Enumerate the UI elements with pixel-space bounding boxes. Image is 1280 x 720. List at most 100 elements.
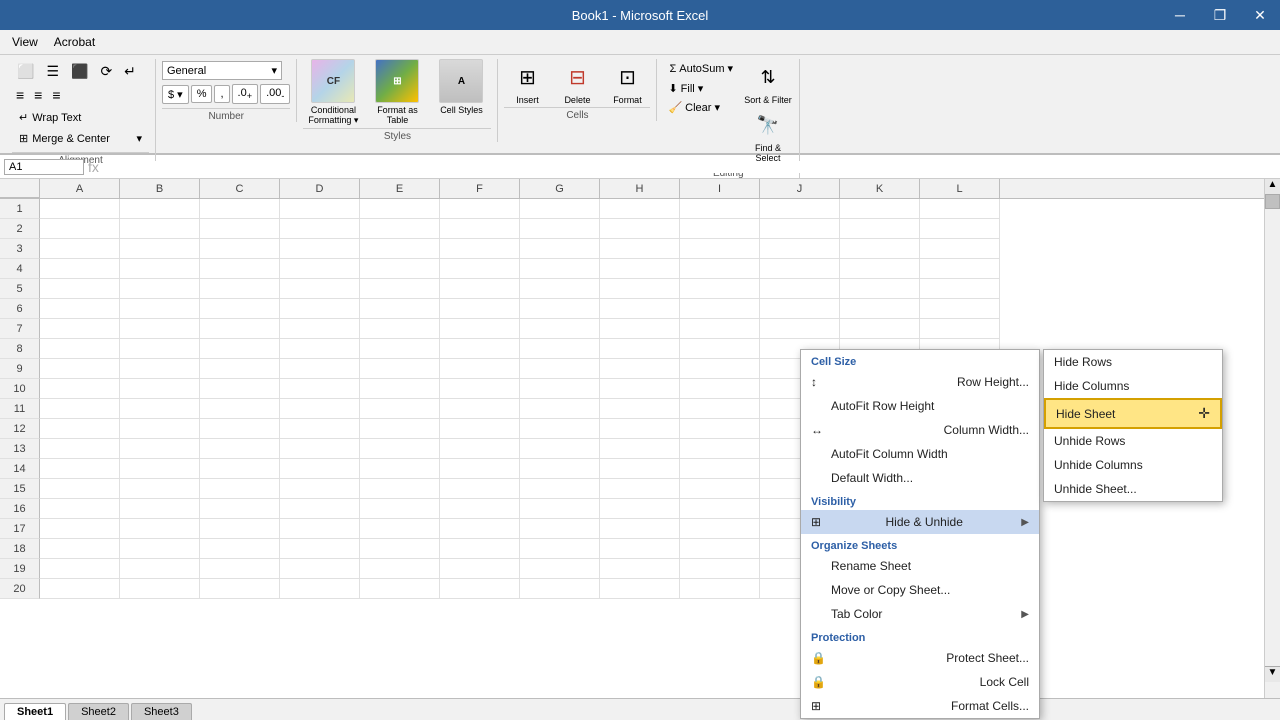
align-left-icon[interactable]: ≡ — [12, 86, 28, 104]
scroll-up-button[interactable]: ▲ — [1265, 179, 1280, 195]
title-bar: Book1 - Microsoft Excel ─ ❐ ✕ — [0, 0, 1280, 30]
align-right-icon[interactable]: ≡ — [48, 86, 64, 104]
ribbon-group-styles: CF ConditionalFormatting ▾ ⊞ Format as T… — [297, 59, 498, 142]
decrease-decimal-button[interactable]: .00- — [260, 84, 290, 104]
col-header-K[interactable]: K — [840, 179, 920, 198]
rename-sheet-item[interactable]: Rename Sheet — [801, 554, 1039, 578]
sort-filter-button[interactable]: ⇅ Sort & Filter — [743, 59, 793, 105]
col-header-E[interactable]: E — [360, 179, 440, 198]
align-top-icon[interactable]: ⬜ — [12, 61, 39, 82]
ribbon-group-number: General ▾ $ ▾ % , .0+ .00- Number — [156, 59, 297, 122]
format-as-table-button[interactable]: ⊞ Format as Table — [367, 59, 427, 125]
wrap-text-button[interactable]: ↵ Wrap Text — [12, 108, 149, 127]
tab-color-arrow: ▶ — [1021, 609, 1029, 620]
tab-color-item[interactable]: Tab Color ▶ — [801, 602, 1039, 626]
col-header-L[interactable]: L — [920, 179, 1000, 198]
row-height-label: Row Height... — [957, 375, 1029, 389]
table-row: 18 — [0, 539, 1280, 559]
percent-button[interactable]: % — [191, 85, 213, 103]
format-cells-item[interactable]: ⊞ Format Cells... — [801, 694, 1039, 718]
col-header-I[interactable]: I — [680, 179, 760, 198]
align-middle-icon[interactable]: ☰ — [41, 61, 64, 82]
col-header-C[interactable]: C — [200, 179, 280, 198]
hide-sheet-label: Hide Sheet — [1056, 407, 1115, 421]
unhide-sheet-label: Unhide Sheet... — [1054, 482, 1137, 496]
cell-A1[interactable] — [40, 199, 120, 219]
number-format-arrow: ▾ — [271, 64, 277, 77]
sheet-tab-sheet3[interactable]: Sheet3 — [131, 703, 192, 720]
cell-styles-button[interactable]: A Cell Styles — [431, 59, 491, 115]
format-button[interactable]: ⊡ Format — [604, 59, 650, 105]
col-header-H[interactable]: H — [600, 179, 680, 198]
format-icon: ⊡ — [609, 59, 645, 95]
menu-view[interactable]: View — [4, 33, 46, 51]
clear-button[interactable]: 🧹 Clear ▾ — [663, 99, 739, 116]
name-box[interactable] — [4, 159, 84, 175]
row-header-12: 12 — [0, 419, 40, 439]
increase-decimal-button[interactable]: .0+ — [232, 84, 259, 104]
col-header-D[interactable]: D — [280, 179, 360, 198]
merge-center-button[interactable]: ⊞ Merge & Center ▾ — [12, 129, 149, 148]
dollar-button[interactable]: $ ▾ — [162, 85, 189, 104]
format-label: Format — [613, 95, 642, 105]
number-format-dropdown[interactable]: General ▾ — [162, 61, 282, 80]
menu-acrobat[interactable]: Acrobat — [46, 33, 103, 51]
cell-size-section-header: Cell Size — [801, 350, 1039, 370]
minimize-button[interactable]: ─ — [1160, 0, 1200, 30]
row-header-3: 3 — [0, 239, 40, 259]
col-header-F[interactable]: F — [440, 179, 520, 198]
hide-columns-item[interactable]: Hide Columns — [1044, 374, 1222, 398]
alignment-bottom-row: ≡ ≡ ≡ — [12, 86, 149, 104]
col-header-G[interactable]: G — [520, 179, 600, 198]
unhide-rows-item[interactable]: Unhide Rows — [1044, 429, 1222, 453]
format-context-menu: Cell Size ↕ Row Height... AutoFit Row He… — [800, 349, 1040, 719]
fill-label: Fill — [681, 83, 695, 95]
visibility-section-header: Visibility — [801, 490, 1039, 510]
close-button[interactable]: ✕ — [1240, 0, 1280, 30]
unhide-sheet-item[interactable]: Unhide Sheet... — [1044, 477, 1222, 501]
row-header-1: 1 — [0, 199, 40, 219]
vertical-scrollbar[interactable]: ▼ ▲ — [1264, 179, 1280, 698]
comma-button[interactable]: , — [214, 85, 229, 103]
table-row: 20 — [0, 579, 1280, 599]
unhide-columns-item[interactable]: Unhide Columns — [1044, 453, 1222, 477]
find-select-button[interactable]: 🔭 Find & Select — [743, 107, 793, 163]
row-header-8: 8 — [0, 339, 40, 359]
default-width-item[interactable]: Default Width... — [801, 466, 1039, 490]
text-direction-icon[interactable]: ⟳ — [95, 61, 117, 82]
table-row: 19 — [0, 559, 1280, 579]
fill-button[interactable]: ⬇ Fill ▾ — [663, 80, 739, 97]
row-height-item[interactable]: ↕ Row Height... — [801, 370, 1039, 394]
hide-unhide-item[interactable]: ⊞ Hide & Unhide ▶ — [801, 510, 1039, 534]
row-header-14: 14 — [0, 459, 40, 479]
cells-group-label: Cells — [504, 107, 650, 121]
row-header-5: 5 — [0, 279, 40, 299]
move-copy-sheet-item[interactable]: Move or Copy Sheet... — [801, 578, 1039, 602]
autosum-button[interactable]: Σ AutoSum ▾ — [663, 59, 739, 78]
protect-sheet-item[interactable]: 🔒 Protect Sheet... — [801, 646, 1039, 670]
align-bottom-icon[interactable]: ⬛ — [66, 61, 93, 82]
sheet-tab-sheet1[interactable]: Sheet1 — [4, 703, 66, 720]
conditional-formatting-button[interactable]: CF ConditionalFormatting ▾ — [303, 59, 363, 126]
indent-icon[interactable]: ↵ — [119, 61, 141, 82]
scroll-down-button[interactable]: ▼ — [1265, 666, 1280, 682]
sheet-tab-sheet2[interactable]: Sheet2 — [68, 703, 129, 720]
col-header-J[interactable]: J — [760, 179, 840, 198]
hide-rows-item[interactable]: Hide Rows — [1044, 350, 1222, 374]
autofit-row-height-item[interactable]: AutoFit Row Height — [801, 394, 1039, 418]
hide-sheet-item[interactable]: Hide Sheet ✛ — [1044, 398, 1222, 429]
delete-button[interactable]: ⊟ Delete — [554, 59, 600, 105]
col-header-B[interactable]: B — [120, 179, 200, 198]
autofit-column-width-item[interactable]: AutoFit Column Width — [801, 442, 1039, 466]
merge-dropdown-arrow[interactable]: ▾ — [136, 132, 142, 145]
maximize-button[interactable]: ❐ — [1200, 0, 1240, 30]
lock-cell-item[interactable]: 🔒 Lock Cell — [801, 670, 1039, 694]
col-header-A[interactable]: A — [40, 179, 120, 198]
rename-sheet-label: Rename Sheet — [831, 559, 911, 573]
column-width-item[interactable]: ↔ Column Width... — [801, 418, 1039, 442]
sigma-icon: Σ — [669, 63, 676, 75]
insert-button[interactable]: ⊞ Insert — [504, 59, 550, 105]
formula-input[interactable] — [103, 161, 1276, 173]
organize-sheets-section-header: Organize Sheets — [801, 534, 1039, 554]
align-center-icon[interactable]: ≡ — [30, 86, 46, 104]
